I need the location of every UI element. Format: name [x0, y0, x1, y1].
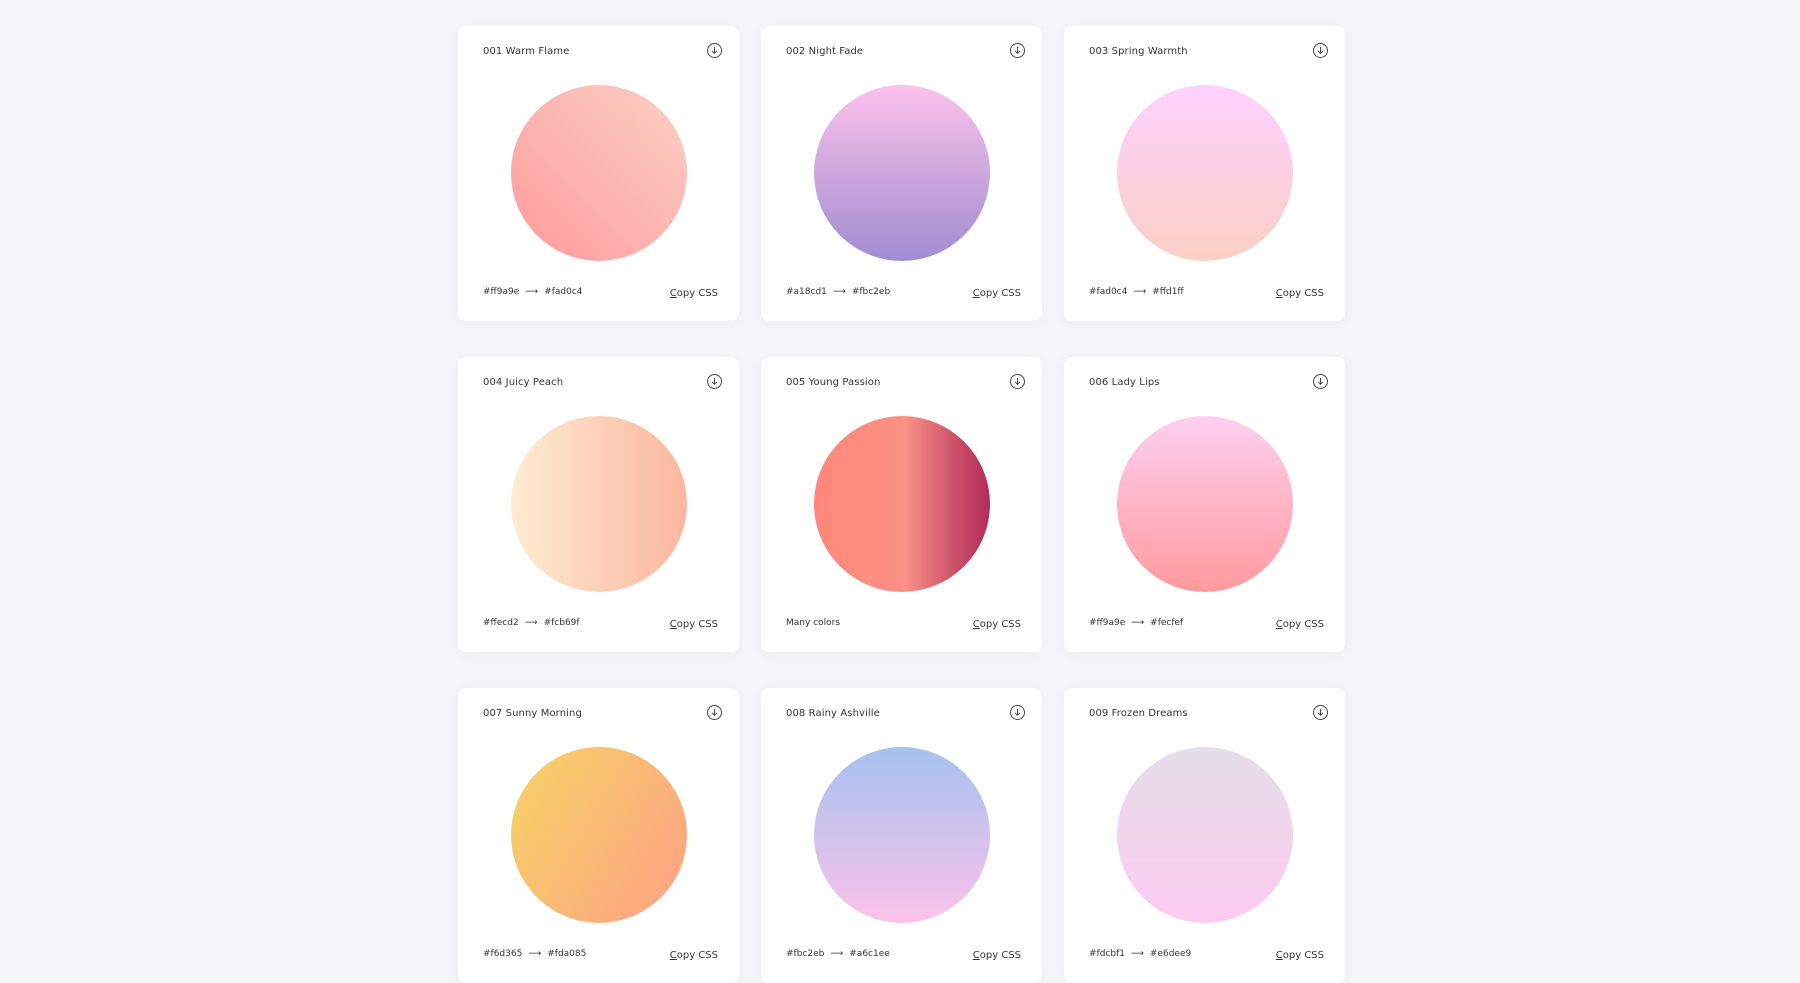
color-to: #fda085 — [547, 949, 587, 959]
gradient-card: 004 Juicy Peach #ffecd2 ⟶ #fcb69f Copy CSS — [458, 357, 739, 652]
download-icon[interactable] — [1313, 374, 1328, 389]
gradient-swatch[interactable] — [1117, 416, 1293, 592]
gradient-colors: Many colors — [786, 618, 840, 628]
gradient-swatch[interactable] — [511, 85, 687, 261]
copy-css-button[interactable]: Copy CSS — [670, 619, 718, 630]
arrow-right-icon: ⟶ — [528, 949, 542, 959]
copy-css-button[interactable]: Copy CSS — [1276, 619, 1324, 630]
gradient-swatch[interactable] — [511, 416, 687, 592]
download-icon[interactable] — [707, 43, 722, 58]
gradient-swatch[interactable] — [1117, 85, 1293, 261]
gradient-swatch[interactable] — [511, 747, 687, 923]
gradient-colors: #ff9a9e ⟶ #fad0c4 — [483, 287, 583, 297]
color-from: #ffecd2 — [483, 618, 519, 628]
color-to: #fecfef — [1150, 618, 1184, 628]
copy-css-button[interactable]: Copy CSS — [973, 288, 1021, 299]
gradient-title: 004 Juicy Peach — [483, 377, 564, 388]
gradient-colors: #ffecd2 ⟶ #fcb69f — [483, 618, 580, 628]
color-to: #ffd1ff — [1152, 287, 1184, 297]
gradient-colors: #a18cd1 ⟶ #fbc2eb — [786, 287, 890, 297]
download-icon[interactable] — [1313, 43, 1328, 58]
copy-css-button[interactable]: Copy CSS — [670, 288, 718, 299]
download-icon[interactable] — [1010, 705, 1025, 720]
gradient-title: 008 Rainy Ashville — [786, 708, 880, 719]
color-from: #a18cd1 — [786, 287, 827, 297]
gradient-card: 009 Frozen Dreams #fdcbf1 ⟶ #e6dee9 Copy C… — [1064, 688, 1345, 983]
gradient-card: 007 Sunny Morning #f6d365 ⟶ #fda085 Copy C… — [458, 688, 739, 983]
gradient-card: 008 Rainy Ashville #fbc2eb ⟶ #a6c1ee Copy … — [761, 688, 1042, 983]
color-to: #fbc2eb — [851, 287, 891, 297]
color-from: #f6d365 — [483, 949, 523, 959]
color-to: #a6c1ee — [849, 949, 890, 959]
download-icon[interactable] — [707, 374, 722, 389]
copy-css-button[interactable]: Copy CSS — [670, 950, 718, 961]
gradient-card: 005 Young Passion Many colors Copy CSS — [761, 357, 1042, 652]
gradient-colors: #f6d365 ⟶ #fda085 — [483, 949, 586, 959]
copy-css-button[interactable]: Copy CSS — [1276, 950, 1324, 961]
color-from: #ff9a9e — [1089, 618, 1126, 628]
gradient-title: 003 Spring Warmth — [1089, 46, 1188, 57]
arrow-right-icon: ⟶ — [524, 618, 538, 628]
arrow-right-icon: ⟶ — [1133, 287, 1147, 297]
download-icon[interactable] — [1010, 43, 1025, 58]
gradient-card: 001 Warm Flame #ff9a9e ⟶ #fad0c4 Copy CSS — [458, 26, 739, 321]
arrow-right-icon: ⟶ — [830, 949, 844, 959]
download-icon[interactable] — [1313, 705, 1328, 720]
gradient-title: 007 Sunny Morning — [483, 708, 582, 719]
gradient-swatch[interactable] — [814, 85, 990, 261]
gradient-card: 003 Spring Warmth #fad0c4 ⟶ #ffd1ff Copy C… — [1064, 26, 1345, 321]
gradient-title: 001 Warm Flame — [483, 46, 570, 57]
copy-css-button[interactable]: Copy CSS — [1276, 288, 1324, 299]
gradient-colors: #fdcbf1 ⟶ #e6dee9 — [1089, 949, 1191, 959]
color-to: #fad0c4 — [544, 287, 583, 297]
gradient-title: 006 Lady Lips — [1089, 377, 1160, 388]
gradient-title: 002 Night Fade — [786, 46, 864, 57]
gradient-card: 002 Night Fade #a18cd1 ⟶ #fbc2eb Copy CSS — [761, 26, 1042, 321]
arrow-right-icon: ⟶ — [1130, 949, 1144, 959]
gradient-swatch[interactable] — [814, 416, 990, 592]
gradient-colors: #ff9a9e ⟶ #fecfef — [1089, 618, 1183, 628]
download-icon[interactable] — [707, 705, 722, 720]
gradient-colors: #fbc2eb ⟶ #a6c1ee — [786, 949, 890, 959]
color-from: #fbc2eb — [786, 949, 825, 959]
gradient-title: 009 Frozen Dreams — [1089, 708, 1188, 719]
arrow-right-icon: ⟶ — [1131, 618, 1145, 628]
gradient-title: 005 Young Passion — [786, 377, 881, 388]
download-icon[interactable] — [1010, 374, 1025, 389]
color-from: #ff9a9e — [483, 287, 520, 297]
gradient-colors: #fad0c4 ⟶ #ffd1ff — [1089, 287, 1184, 297]
color-to: #fcb69f — [543, 618, 580, 628]
gradient-card: 006 Lady Lips #ff9a9e ⟶ #fecfef Copy CSS — [1064, 357, 1345, 652]
gradient-swatch[interactable] — [1117, 747, 1293, 923]
gradient-grid: 001 Warm Flame #ff9a9e ⟶ #fad0c4 Copy CSS … — [458, 26, 1345, 983]
copy-css-button[interactable]: Copy CSS — [973, 950, 1021, 961]
gradient-swatch[interactable] — [814, 747, 990, 923]
copy-css-button[interactable]: Copy CSS — [973, 619, 1021, 630]
many-colors-label: Many colors — [786, 618, 841, 628]
color-from: #fdcbf1 — [1089, 949, 1125, 959]
color-to: #e6dee9 — [1149, 949, 1192, 959]
arrow-right-icon: ⟶ — [525, 287, 539, 297]
color-from: #fad0c4 — [1089, 287, 1128, 297]
arrow-right-icon: ⟶ — [832, 287, 846, 297]
